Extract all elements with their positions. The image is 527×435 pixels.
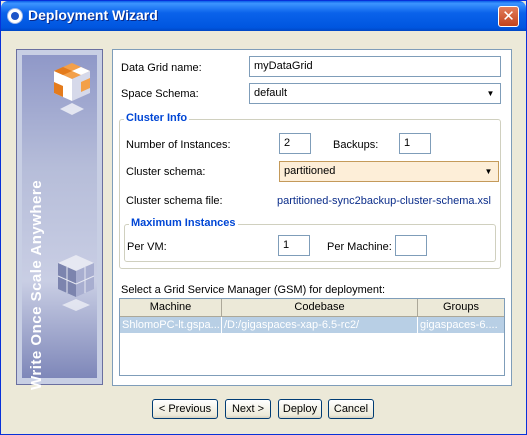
- side-banner: Write Once Scale Anywhere: [16, 49, 103, 390]
- instances-input[interactable]: 2: [279, 133, 311, 154]
- chevron-down-icon[interactable]: ▼: [481, 164, 496, 179]
- gsm-table-header: Machine Codebase Groups: [120, 299, 504, 317]
- chevron-down-icon[interactable]: ▼: [483, 86, 498, 101]
- cell-groups: gigaspaces-6....: [420, 319, 498, 331]
- cluster-schema-label: Cluster schema:: [126, 166, 206, 178]
- cluster-schema-file-label: Cluster schema file:: [126, 195, 223, 207]
- gsm-table: Machine Codebase Groups ShlomoPC-lt.gspa…: [119, 298, 505, 376]
- cluster-info-group: Cluster Info Number of Instances: 2 Back…: [119, 112, 501, 269]
- space-schema-select[interactable]: default ▼: [249, 83, 501, 104]
- grid-name-label: Data Grid name:: [121, 62, 202, 74]
- banner-graphic: Write Once Scale Anywhere: [22, 55, 97, 390]
- per-machine-label: Per Machine:: [327, 241, 392, 253]
- per-machine-input[interactable]: [395, 235, 427, 256]
- deploy-button[interactable]: Deploy: [278, 399, 322, 419]
- max-instances-group: Maximum Instances Per VM: 1 Per Machine:: [124, 217, 496, 262]
- deployment-wizard-window: Deployment Wizard ✕ Write Once Scale Any…: [0, 0, 527, 435]
- cluster-schema-select[interactable]: partitioned ▼: [279, 161, 499, 182]
- cancel-button[interactable]: Cancel: [328, 399, 374, 419]
- max-instances-title: Maximum Instances: [129, 217, 238, 229]
- space-schema-label: Space Schema:: [121, 88, 199, 100]
- cube-logo-top: [54, 63, 90, 115]
- form-panel: Data Grid name: myDataGrid Space Schema:…: [112, 49, 512, 386]
- col-header-codebase[interactable]: Codebase: [222, 299, 418, 316]
- backups-input[interactable]: 1: [399, 133, 431, 154]
- window-title: Deployment Wizard: [28, 7, 158, 23]
- cell-codebase: /D:/gigaspaces-xap-6.5-rc2/: [222, 317, 418, 333]
- col-header-groups[interactable]: Groups: [418, 299, 504, 316]
- cluster-info-title: Cluster Info: [124, 112, 190, 124]
- space-schema-value: default: [254, 87, 288, 99]
- table-row[interactable]: ShlomoPC-lt.gspa... /D:/gigaspaces-xap-6…: [120, 317, 504, 333]
- grid-name-input[interactable]: myDataGrid: [249, 56, 501, 77]
- col-header-machine[interactable]: Machine: [120, 299, 222, 316]
- cluster-schema-file-value: partitioned-sync2backup-cluster-schema.x…: [277, 195, 491, 207]
- per-vm-label: Per VM:: [127, 241, 167, 253]
- cluster-schema-value: partitioned: [284, 165, 336, 177]
- banner-tagline: Write Once Scale Anywhere: [28, 179, 45, 391]
- cell-machine: ShlomoPC-lt.gspa...: [120, 317, 222, 333]
- next-button[interactable]: Next >: [225, 399, 271, 419]
- backups-label: Backups:: [333, 139, 379, 151]
- previous-button[interactable]: < Previous: [152, 399, 218, 419]
- gsm-label: Select a Grid Service Manager (GSM) for …: [121, 284, 386, 296]
- cube-logo-bottom: [57, 255, 95, 311]
- per-vm-input[interactable]: 1: [278, 235, 310, 256]
- app-icon: [7, 8, 23, 24]
- instances-label: Number of Instances:: [126, 139, 231, 151]
- close-button[interactable]: ✕: [498, 6, 519, 27]
- title-bar[interactable]: Deployment Wizard ✕: [1, 1, 526, 31]
